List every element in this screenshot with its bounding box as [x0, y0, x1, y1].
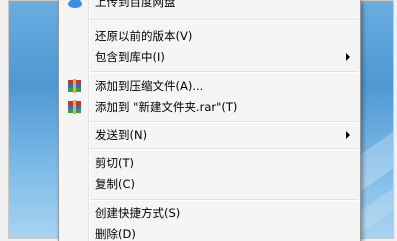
menu-item-label: 包含到库中(I) [95, 50, 165, 64]
menu-item-label: 添加到压缩文件(A)... [95, 79, 204, 93]
winrar-icon [67, 79, 83, 93]
menu-item-label: 创建快捷方式(S) [95, 206, 181, 220]
winrar-icon [67, 100, 83, 114]
menu-separator [90, 19, 358, 21]
menu-item-add-to-archive[interactable]: 添加到压缩文件(A)... [61, 75, 358, 97]
menu-item-copy[interactable]: 复制(C) [61, 173, 358, 195]
menu-item-send-to[interactable]: 发送到(N) [61, 124, 358, 146]
submenu-arrow-icon [346, 131, 350, 139]
menu-separator [90, 71, 358, 73]
menu-item-label: 删除(D) [95, 227, 136, 241]
menu-item-restore-previous[interactable]: 还原以前的版本(V) [61, 25, 358, 47]
submenu-arrow-icon [346, 53, 350, 61]
menu-item-label: 上传到百度网盘 [95, 0, 176, 9]
menu-item-include-in-library[interactable]: 包含到库中(I) [61, 46, 358, 68]
menu-item-label: 还原以前的版本(V) [95, 29, 193, 43]
menu-item-add-to-rar[interactable]: 添加到 "新建文件夹.rar"(T) [61, 96, 358, 118]
menu-separator [90, 148, 358, 150]
menu-item-delete[interactable]: 删除(D) [61, 223, 358, 241]
menu-item-label: 发送到(N) [95, 128, 148, 142]
menu-separator [90, 199, 358, 201]
menu-item-label: 剪切(T) [95, 156, 134, 170]
menu-item-label: 复制(C) [95, 177, 136, 191]
menu-item-cut[interactable]: 剪切(T) [61, 152, 358, 174]
menu-separator [90, 121, 358, 123]
context-menu: 上传到百度网盘 还原以前的版本(V) 包含到库中(I) 添加到压缩文件(A)..… [58, 0, 361, 241]
menu-item-label: 添加到 "新建文件夹.rar"(T) [95, 100, 238, 114]
menu-item-create-shortcut[interactable]: 创建快捷方式(S) [61, 202, 358, 224]
menu-item-upload-baidu[interactable]: 上传到百度网盘 [61, 0, 358, 13]
cloud-upload-icon [67, 0, 83, 9]
